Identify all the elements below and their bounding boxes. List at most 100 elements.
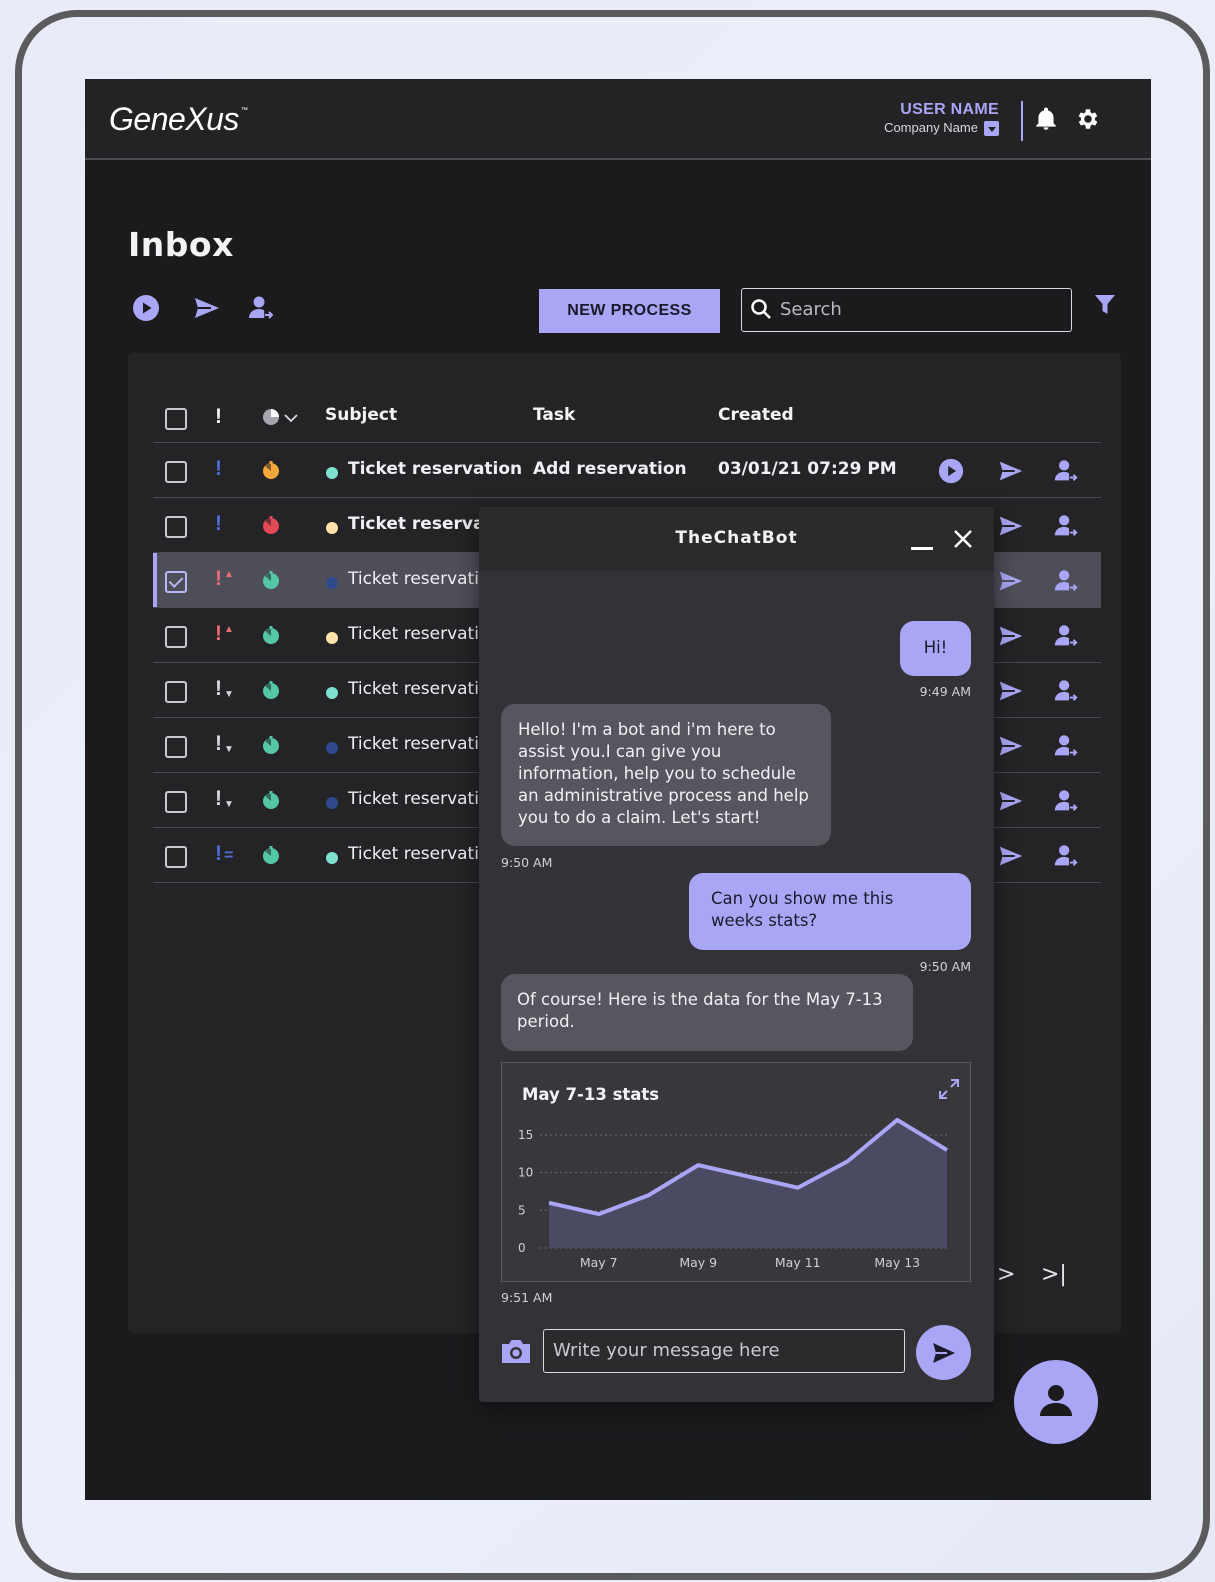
timer-icon xyxy=(263,571,279,589)
filter-icon[interactable] xyxy=(1094,293,1116,317)
search-input[interactable] xyxy=(780,289,1060,329)
task-column-header[interactable]: Task xyxy=(533,405,575,425)
chat-message-box[interactable] xyxy=(543,1329,905,1373)
row-subject: Ticket reservation xyxy=(348,459,523,479)
row-subject: Ticket reservati xyxy=(348,569,479,589)
assign-user-icon[interactable] xyxy=(1051,457,1081,485)
table-row[interactable]: ! Ticket reservation Add reservation 03/01/… xyxy=(153,443,1101,498)
row-checkbox[interactable] xyxy=(165,846,187,868)
timer-icon xyxy=(263,846,279,864)
priority-icon: ! ▼ xyxy=(215,677,234,700)
row-task: Add reservation xyxy=(533,459,687,479)
status-dot xyxy=(326,467,338,479)
priority-icon: ! xyxy=(215,512,222,535)
created-column-header[interactable]: Created xyxy=(718,405,794,425)
chatbot-toggle-button[interactable] xyxy=(1014,1360,1098,1444)
new-process-button[interactable]: NEW PROCESS xyxy=(539,289,720,333)
chat-title: TheChatBot xyxy=(675,528,798,548)
message-time: 9:50 AM xyxy=(919,959,971,974)
app-screen: GeneXus ™ USER NAME Company Name Inbox NE… xyxy=(85,79,1151,1500)
header-divider xyxy=(1021,101,1023,141)
stats-chart: May 7-13 stats 0 5 10 15 May 7 May 9 May 11 May… xyxy=(501,1062,971,1282)
select-all-checkbox[interactable] xyxy=(165,408,187,430)
send-icon xyxy=(933,1343,955,1363)
priority-icon: ! ▼ xyxy=(215,732,234,755)
assign-user-icon[interactable] xyxy=(1051,787,1081,815)
dropdown-icon[interactable] xyxy=(984,121,999,137)
user-menu[interactable]: USER NAME Company Name xyxy=(884,101,999,137)
message-time: 9:51 AM xyxy=(501,1290,553,1305)
minimize-icon[interactable] xyxy=(911,547,933,550)
status-dot xyxy=(326,632,338,644)
search-icon xyxy=(751,299,771,319)
last-page-icon[interactable]: >| xyxy=(1041,1262,1067,1287)
chat-message-bot: Of course! Here is the data for the May … xyxy=(501,974,913,1051)
row-subject: Ticket reservati xyxy=(348,734,479,754)
assign-user-icon[interactable] xyxy=(246,293,276,323)
camera-icon[interactable] xyxy=(500,1337,532,1365)
page-title: Inbox xyxy=(128,225,234,264)
send-icon[interactable] xyxy=(996,457,1026,485)
send-icon[interactable] xyxy=(996,677,1026,705)
timer-icon xyxy=(263,791,279,809)
status-dot xyxy=(326,742,338,754)
row-checkbox[interactable] xyxy=(165,461,187,483)
gear-icon[interactable] xyxy=(1075,106,1101,132)
search-box[interactable] xyxy=(741,288,1072,332)
send-icon[interactable] xyxy=(192,293,222,323)
priority-icon: ! = xyxy=(215,842,234,865)
chat-message-user: Hi! xyxy=(900,621,971,676)
chevron-down-icon[interactable] xyxy=(284,413,298,423)
priority-header-icon[interactable]: ! xyxy=(215,405,222,429)
play-icon[interactable] xyxy=(936,457,966,485)
assign-user-icon[interactable] xyxy=(1051,512,1081,540)
y-tick-label: 5 xyxy=(518,1203,526,1217)
assign-user-icon[interactable] xyxy=(1051,567,1081,595)
x-tick-label: May 7 xyxy=(580,1255,618,1270)
chart-plot: 0 5 10 15 May 7 May 9 May 11 May 13 xyxy=(518,1117,949,1270)
chat-message-bot: Hello! I'm a bot and i'm here to assist … xyxy=(501,704,831,846)
row-checkbox[interactable] xyxy=(165,681,187,703)
row-checkbox[interactable] xyxy=(165,791,187,813)
priority-icon: ! ▲ xyxy=(215,622,234,645)
chatbot-window: TheChatBot Hi! 9:49 AM Hello! I'm a bot … xyxy=(479,507,994,1402)
play-icon[interactable] xyxy=(131,293,161,323)
timer-icon xyxy=(263,516,279,534)
y-tick-label: 0 xyxy=(518,1241,526,1255)
row-subject: Ticket reservati xyxy=(348,679,479,699)
row-subject: Ticket reservati xyxy=(348,844,479,864)
chat-message-input[interactable] xyxy=(553,1330,893,1371)
row-checkbox[interactable] xyxy=(165,736,187,758)
send-icon[interactable] xyxy=(996,787,1026,815)
y-tick-label: 10 xyxy=(518,1166,533,1180)
send-icon[interactable] xyxy=(996,512,1026,540)
send-icon[interactable] xyxy=(996,842,1026,870)
assign-user-icon[interactable] xyxy=(1051,677,1081,705)
company-selector[interactable]: Company Name xyxy=(884,120,999,137)
bell-icon[interactable] xyxy=(1033,106,1059,132)
send-icon[interactable] xyxy=(996,622,1026,650)
row-checkbox[interactable] xyxy=(165,626,187,648)
assign-user-icon[interactable] xyxy=(1051,732,1081,760)
assign-user-icon[interactable] xyxy=(1051,842,1081,870)
send-icon[interactable] xyxy=(996,567,1026,595)
status-dot xyxy=(326,687,338,699)
timer-icon xyxy=(263,681,279,699)
timer-header-icon[interactable] xyxy=(261,407,281,427)
assign-user-icon[interactable] xyxy=(1051,622,1081,650)
row-checkbox[interactable] xyxy=(165,516,187,538)
company-name: Company Name xyxy=(884,120,978,135)
status-dot xyxy=(326,797,338,809)
row-checkbox[interactable] xyxy=(165,571,187,593)
priority-icon: ! ▲ xyxy=(215,567,234,590)
timer-icon xyxy=(263,626,279,644)
close-icon[interactable] xyxy=(951,527,975,551)
row-subject: Ticket reservati xyxy=(348,514,499,534)
next-page-icon[interactable]: > xyxy=(997,1262,1015,1287)
subject-column-header[interactable]: Subject xyxy=(325,405,397,425)
chat-send-button[interactable] xyxy=(916,1325,971,1380)
app-header: GeneXus ™ USER NAME Company Name xyxy=(85,79,1151,160)
y-tick-label: 15 xyxy=(518,1128,533,1142)
send-icon[interactable] xyxy=(996,732,1026,760)
message-time: 9:49 AM xyxy=(919,684,971,699)
